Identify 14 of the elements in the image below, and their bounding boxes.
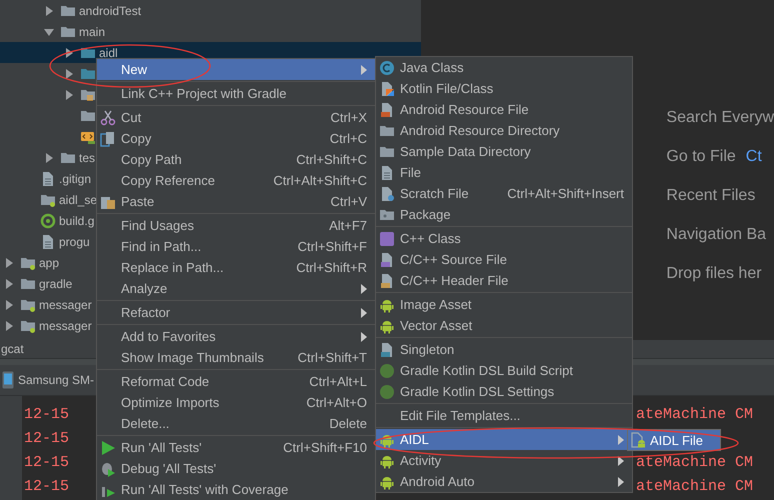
panel-title: gcat xyxy=(1,342,24,356)
log-line: ateMachine CM xyxy=(636,406,754,422)
log-line: 12-15 xyxy=(24,430,70,446)
editor-hint: Recent Files xyxy=(666,186,756,204)
editor-hint: Drop files her xyxy=(666,264,762,282)
log-line: 12-15 xyxy=(24,454,70,470)
log-line: 12-15 xyxy=(24,478,70,494)
editor-hint: Go to File xyxy=(666,148,736,166)
editor-hint: Navigation Ba xyxy=(666,226,766,244)
log-line: ateMachine CM xyxy=(636,478,754,494)
shortcut-hint: Ct xyxy=(746,148,762,166)
log-line: 12-15 xyxy=(24,406,70,422)
log-line: ateMachine CM xyxy=(636,454,754,470)
editor-hint: Search Everyw xyxy=(666,108,774,126)
